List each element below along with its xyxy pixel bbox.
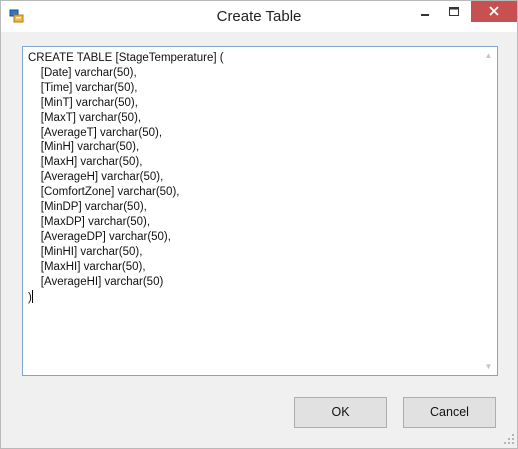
code-line: [AverageH] varchar(50), — [28, 171, 164, 184]
code-line: [MaxT] varchar(50), — [28, 111, 142, 124]
scroll-up-arrow-icon[interactable]: ▲ — [480, 47, 497, 64]
code-line: [MinT] varchar(50), — [28, 96, 138, 109]
minimize-icon — [421, 14, 429, 16]
code-line: [Date] varchar(50), — [28, 66, 137, 79]
code-line: [MinH] varchar(50), — [28, 141, 140, 154]
code-line: [Time] varchar(50), — [28, 81, 138, 94]
maximize-button[interactable] — [440, 1, 467, 22]
code-line: [AverageHI] varchar(50) — [28, 275, 164, 288]
code-line: [MinHI] varchar(50), — [28, 245, 143, 258]
maximize-icon — [449, 7, 459, 16]
code-line: [MaxH] varchar(50), — [28, 156, 143, 169]
close-icon — [489, 6, 499, 16]
text-caret — [31, 289, 33, 303]
ok-button[interactable]: OK — [294, 397, 387, 428]
code-line: [MinDP] varchar(50), — [28, 201, 147, 214]
cancel-button[interactable]: Cancel — [403, 397, 496, 428]
sql-code[interactable]: CREATE TABLE [StageTemperature] ( [Date]… — [28, 51, 477, 305]
resize-grip-icon[interactable] — [502, 432, 516, 446]
code-line: CREATE TABLE [StageTemperature] ( — [28, 52, 224, 64]
sql-text-area[interactable]: CREATE TABLE [StageTemperature] ( [Date]… — [22, 46, 498, 376]
scroll-down-arrow-icon[interactable]: ▼ — [480, 358, 497, 375]
code-line: [MaxDP] varchar(50), — [28, 215, 151, 228]
code-line: [MaxHI] varchar(50), — [28, 260, 146, 273]
title-bar[interactable]: Create Table — [1, 1, 517, 32]
minimize-button[interactable] — [410, 1, 440, 22]
code-line: [AverageDP] varchar(50), — [28, 230, 171, 243]
vertical-scrollbar[interactable]: ▲ ▼ — [480, 47, 497, 375]
close-button[interactable] — [471, 1, 517, 22]
code-line: [ComfortZone] varchar(50), — [28, 186, 180, 199]
create-table-dialog: Create Table CREATE TABLE [StageTemperat… — [0, 0, 518, 449]
code-line: [AverageT] varchar(50), — [28, 126, 163, 139]
